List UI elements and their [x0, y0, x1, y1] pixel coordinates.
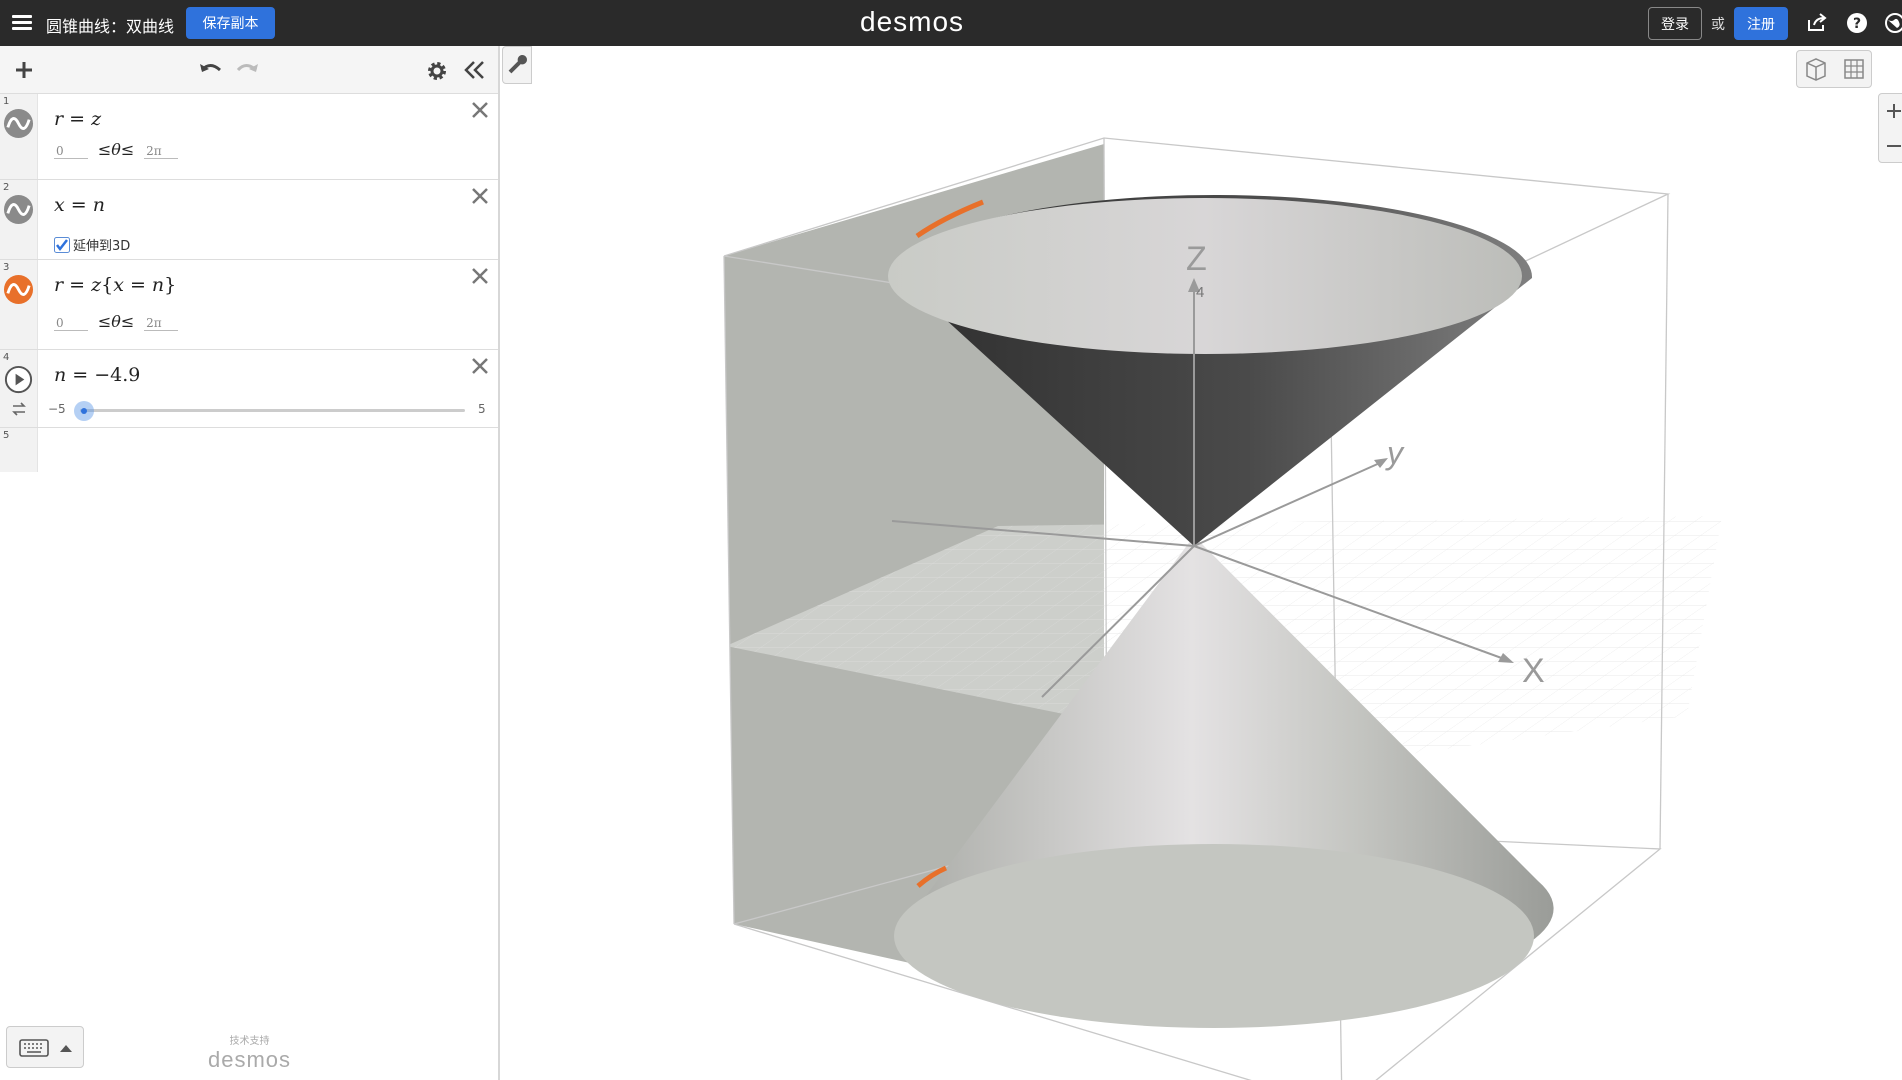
expression-row[interactable]: 2 x = n 延伸到3D [0, 180, 498, 260]
parametric-surface-icon[interactable] [3, 108, 34, 139]
z-axis-label: Z [1186, 240, 1207, 278]
empty-expression-row[interactable]: 5 [0, 428, 498, 472]
delete-expression-icon[interactable] [470, 100, 490, 120]
expression-formula[interactable]: r = z{x = n} [54, 274, 176, 296]
or-text: 或 [1711, 17, 1725, 33]
expression-gutter: 3 [0, 260, 38, 349]
expression-index: 5 [3, 430, 10, 441]
login-button[interactable]: 登录 [1648, 7, 1702, 40]
delete-expression-icon[interactable] [470, 356, 490, 376]
expression-index: 2 [3, 182, 10, 193]
expression-gutter: 2 [0, 180, 38, 259]
slider-min-label[interactable]: −5 [48, 402, 66, 416]
powered-by-desmos: 技术支持 desmos [208, 1032, 291, 1073]
parameter-bounds: 0 ≤θ≤ 2π [54, 312, 179, 331]
redo-icon[interactable] [236, 60, 260, 80]
zoom-controls [1878, 93, 1902, 163]
desmos-logo: desmos [860, 6, 965, 37]
svg-text:?: ? [1853, 16, 1861, 32]
expression-formula[interactable]: x = n [54, 194, 105, 216]
delete-expression-icon[interactable] [470, 266, 490, 286]
keyboard-icon [19, 1039, 49, 1057]
expression-row[interactable]: 1 r = z 0 ≤θ≤ 2π [0, 94, 498, 180]
top-header: 圆锥曲线：双曲线 保存副本 desmos 登录 或 注册 ? [0, 0, 1902, 46]
help-icon[interactable]: ? [1846, 12, 1868, 34]
slider-handle[interactable] [73, 401, 94, 421]
powered-by-brand: desmos [208, 1047, 292, 1072]
signup-button[interactable]: 注册 [1734, 7, 1788, 40]
expression-formula[interactable]: n = −4.9 [54, 364, 140, 386]
parametric-curve-icon[interactable] [3, 274, 34, 305]
expression-toolbar [0, 46, 498, 94]
loop-mode-icon[interactable] [10, 402, 28, 416]
expression-gutter: 1 [0, 94, 38, 179]
theta-min-input[interactable]: 0 [54, 316, 88, 331]
caret-up-icon [60, 1045, 72, 1052]
slider-track[interactable] [80, 409, 465, 412]
delete-expression-icon[interactable] [470, 186, 490, 206]
zoom-out-icon[interactable] [1879, 129, 1902, 163]
save-copy-button[interactable]: 保存副本 [186, 7, 275, 39]
powered-by-label: 技术支持 [229, 1036, 270, 1047]
y-axis-label: y [1385, 435, 1405, 471]
expression-row[interactable]: 4 n = −4.9 −5 5 [0, 350, 498, 428]
theta-max-input[interactable]: 2π [144, 144, 179, 159]
hamburger-menu-icon[interactable] [12, 12, 32, 34]
keyboard-toggle-button[interactable] [6, 1026, 84, 1068]
expression-index: 3 [3, 262, 10, 273]
expression-row[interactable]: 3 r = z{x = n} 0 ≤θ≤ 2π [0, 260, 498, 350]
slider-max-label[interactable]: 5 [478, 402, 486, 416]
view-mode-toggle [1796, 50, 1872, 88]
expression-gutter: 4 [0, 350, 38, 427]
extend-to-3d-label: 延伸到3D [73, 239, 131, 254]
settings-gear-icon[interactable] [426, 60, 448, 82]
expression-gutter: 5 [0, 428, 38, 472]
3d-cube-view-icon[interactable] [1797, 51, 1835, 87]
expression-panel: 1 r = z 0 ≤θ≤ 2π 2 x = n 延伸到3D 3 r = z{x… [0, 46, 500, 1080]
add-item-icon[interactable] [14, 60, 34, 80]
graph-settings-wrench-icon[interactable] [502, 46, 532, 84]
graph-canvas[interactable]: Z X y 4 [502, 46, 1902, 1080]
graph-title: 圆锥曲线：双曲线 [46, 17, 175, 36]
checkbox-checked-icon[interactable] [54, 237, 70, 253]
undo-icon[interactable] [198, 60, 222, 80]
theta-min-input[interactable]: 0 [54, 144, 88, 159]
share-icon[interactable] [1806, 12, 1828, 34]
parametric-surface-icon[interactable] [3, 194, 34, 225]
theta-max-input[interactable]: 2π [144, 316, 179, 331]
3d-graph-view[interactable]: Z X y 4 [502, 46, 1902, 1080]
expression-index: 4 [3, 352, 10, 363]
lower-cone-base [894, 844, 1534, 1028]
x-axis-label: X [1522, 652, 1545, 690]
z-tick-label: 4 [1196, 284, 1204, 301]
zoom-in-icon[interactable] [1879, 94, 1902, 128]
y-axis-arrow [1374, 458, 1388, 468]
language-globe-icon[interactable] [1884, 12, 1902, 34]
parameter-bounds: 0 ≤θ≤ 2π [54, 140, 179, 159]
collapse-panel-icon[interactable] [464, 60, 486, 80]
expression-index: 1 [3, 96, 10, 107]
expression-formula[interactable]: r = z [54, 108, 101, 130]
extend-to-3d-option[interactable]: 延伸到3D [54, 235, 130, 254]
play-slider-icon[interactable] [3, 364, 34, 395]
grid-view-icon[interactable] [1835, 51, 1873, 87]
